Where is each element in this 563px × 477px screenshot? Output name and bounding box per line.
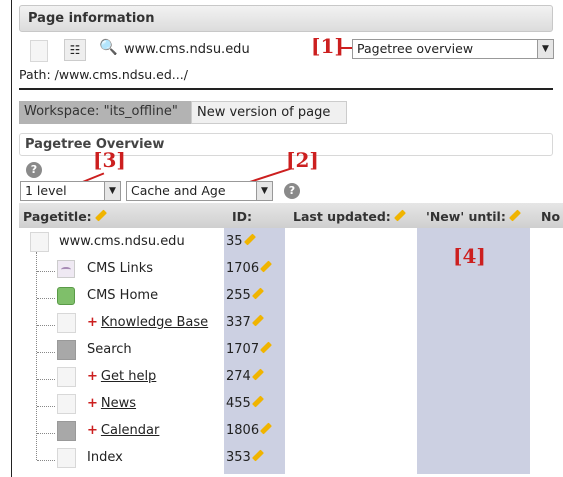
tree-item-title[interactable]: Search — [87, 342, 132, 357]
tree-branch — [37, 298, 55, 299]
info-select[interactable]: Cache and Age ▼ — [126, 181, 273, 201]
pencil-icon — [251, 314, 264, 327]
tree-item[interactable]: + Calendar — [87, 423, 159, 438]
tree-item-title[interactable]: News — [101, 396, 136, 411]
page-id-cell[interactable]: 35 — [226, 233, 256, 249]
tree-item-title[interactable]: Knowledge Base — [101, 315, 208, 330]
module-select[interactable]: Pagetree overview ▼ — [352, 39, 554, 59]
col-more: No — [541, 209, 561, 224]
tree-item-title[interactable]: CMS Links — [87, 261, 153, 276]
chevron-down-icon: ▼ — [256, 182, 272, 200]
section-divider — [19, 88, 553, 90]
page-icon[interactable] — [57, 313, 76, 333]
info-select-value: Cache and Age — [131, 183, 226, 198]
page-id-cell[interactable]: 255 — [226, 287, 264, 303]
page-icon[interactable] — [57, 367, 76, 387]
tree-item-title[interactable]: Calendar — [101, 423, 159, 438]
page-icon[interactable] — [57, 394, 76, 414]
callout-1: [1] — [311, 34, 344, 58]
tree-branch — [37, 352, 55, 353]
page-icon[interactable] — [30, 40, 48, 62]
expand-icon[interactable]: + — [87, 315, 98, 330]
col-id: ID: — [232, 209, 253, 224]
sysfolder-icon[interactable] — [57, 421, 76, 441]
module-select-value: Pagetree overview — [357, 41, 474, 56]
help-icon[interactable]: ? — [26, 162, 42, 178]
col-pagetitle[interactable]: Pagetitle: — [23, 209, 107, 224]
tree-connector — [36, 252, 37, 460]
pencil-icon — [260, 260, 273, 273]
tree-item-title[interactable]: Get help — [101, 369, 156, 384]
page-id-cell[interactable]: 337 — [226, 314, 264, 330]
pencil-icon — [251, 449, 264, 462]
chevron-down-icon: ▼ — [537, 40, 553, 58]
page-id-cell[interactable]: 1707 — [226, 341, 273, 357]
expand-icon[interactable]: + — [87, 396, 98, 411]
tree-item[interactable]: + Get help — [87, 369, 156, 384]
tree-item-title[interactable]: www.cms.ndsu.edu — [59, 234, 185, 249]
table-header: Pagetitle: ID: Last updated: 'New' until… — [19, 203, 563, 228]
depth-select-value: 1 level — [25, 183, 67, 198]
search-icon[interactable]: 🔍 — [99, 38, 118, 56]
tree-item[interactable]: + News — [87, 396, 136, 411]
col-last-updated[interactable]: Last updated: — [293, 209, 406, 224]
page-icon[interactable] — [30, 232, 49, 252]
page-id-cell[interactable]: 455 — [226, 395, 264, 411]
callout-3: [3] — [93, 148, 126, 172]
page-id-cell[interactable]: 274 — [226, 368, 264, 384]
col-new-until[interactable]: 'New' until: — [426, 209, 521, 224]
page-id-cell[interactable]: 353 — [226, 449, 264, 465]
tab-new-version[interactable]: New version of page — [191, 101, 347, 124]
tree-item-title[interactable]: Index — [87, 450, 123, 465]
expand-icon[interactable]: + — [87, 423, 98, 438]
window-left-border — [11, 0, 12, 477]
pencil-icon — [260, 422, 273, 435]
help-icon[interactable]: ? — [284, 183, 300, 199]
tree-item[interactable]: + Knowledge Base — [87, 315, 208, 330]
pencil-icon — [251, 368, 264, 381]
page-id-cell[interactable]: 1706 — [226, 260, 273, 276]
pencil-icon — [393, 209, 406, 222]
page-information-header: Page information — [19, 5, 553, 32]
pencil-icon — [260, 341, 273, 354]
tree-branch — [37, 460, 55, 461]
depth-select[interactable]: 1 level ▼ — [20, 181, 121, 201]
site-url: www.cms.ndsu.edu — [124, 42, 250, 57]
tree-branch — [37, 406, 55, 407]
expand-icon[interactable]: + — [87, 369, 98, 384]
callout-2: [2] — [286, 148, 319, 172]
sysfolder-icon[interactable] — [57, 340, 76, 360]
chevron-down-icon: ▼ — [104, 182, 120, 200]
tree-item-title[interactable]: CMS Home — [87, 288, 158, 303]
pencil-icon — [251, 287, 264, 300]
page-id-cell[interactable]: 1806 — [226, 422, 273, 438]
shortcut-page-icon[interactable] — [57, 260, 75, 278]
tab-workspace[interactable]: Workspace: "its_offline" — [19, 101, 191, 124]
tree-branch — [37, 379, 55, 380]
tree-branch — [37, 433, 55, 434]
pencil-icon — [243, 233, 256, 246]
tree-branch — [37, 325, 55, 326]
pencil-icon — [94, 209, 107, 222]
list-view-button[interactable]: ☷ — [64, 39, 86, 61]
page-path: Path: /www.cms.ndsu.ed.../ — [19, 67, 188, 82]
tree-branch — [37, 271, 55, 272]
home-page-icon[interactable] — [57, 287, 75, 305]
page-icon[interactable] — [57, 448, 76, 468]
pencil-icon — [508, 209, 521, 222]
callout-4: [4] — [453, 244, 486, 268]
pencil-icon — [251, 395, 264, 408]
